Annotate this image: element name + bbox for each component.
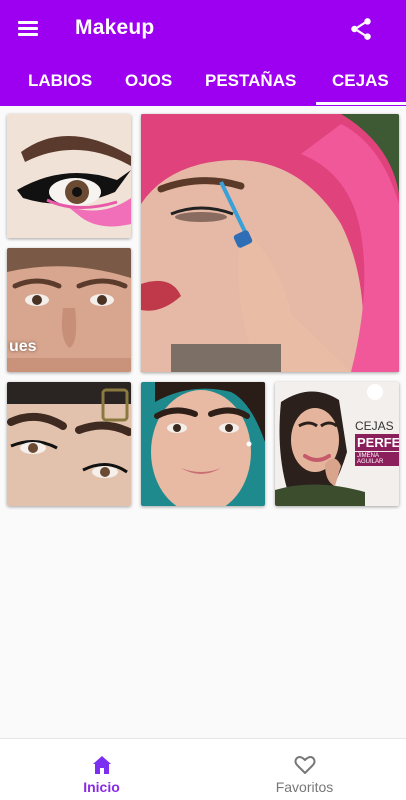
tile-cejas-perfectas[interactable]: CEJAS PERFECTAS JIMENA AGUILAR	[275, 382, 399, 506]
hamburger-menu-icon[interactable]	[18, 18, 40, 38]
nav-label-inicio: Inicio	[83, 779, 120, 795]
tile-eyebrows-model[interactable]	[141, 382, 265, 506]
bottom-navigation: Inicio Favoritos	[0, 738, 406, 800]
home-icon	[90, 753, 114, 777]
tile-caption-author: JIMENA AGUILAR	[355, 452, 399, 466]
page-title: Makeup	[75, 16, 155, 39]
nav-item-inicio[interactable]: Inicio	[0, 739, 203, 800]
tile-caption-cejas: CEJAS	[355, 419, 394, 433]
toolbar: Makeup	[0, 0, 406, 56]
tile-caption-perfectas: PERFECTAS	[355, 434, 399, 451]
headband-image	[7, 382, 131, 506]
tab-selected-indicator	[316, 102, 406, 105]
tile-eyeliner-pink[interactable]	[7, 114, 131, 238]
tile-eyebrows-headband[interactable]	[7, 382, 131, 506]
app-bar: Makeup LABIOS OJOS PESTAÑAS CEJAS	[0, 0, 406, 106]
tab-cejas[interactable]: CEJAS	[332, 56, 389, 106]
nav-label-favoritos: Favoritos	[275, 779, 334, 795]
tile-caption: ues	[9, 338, 37, 355]
tab-pestanas[interactable]: PESTAÑAS	[205, 56, 296, 106]
heart-icon	[293, 753, 317, 777]
eyeliner-image	[7, 114, 131, 238]
tab-ojos[interactable]: OJOS	[125, 56, 172, 106]
tab-labios[interactable]: LABIOS	[28, 56, 92, 106]
nav-item-favoritos[interactable]: Favoritos	[203, 739, 406, 800]
pink-hair-image	[141, 114, 399, 372]
category-tabs: LABIOS OJOS PESTAÑAS CEJAS	[0, 56, 406, 106]
share-icon[interactable]	[348, 16, 374, 42]
model-image	[141, 382, 265, 506]
tile-face-closeup[interactable]: ues	[7, 248, 131, 372]
tile-eyebrow-pencil-pink-hair[interactable]	[141, 114, 399, 372]
